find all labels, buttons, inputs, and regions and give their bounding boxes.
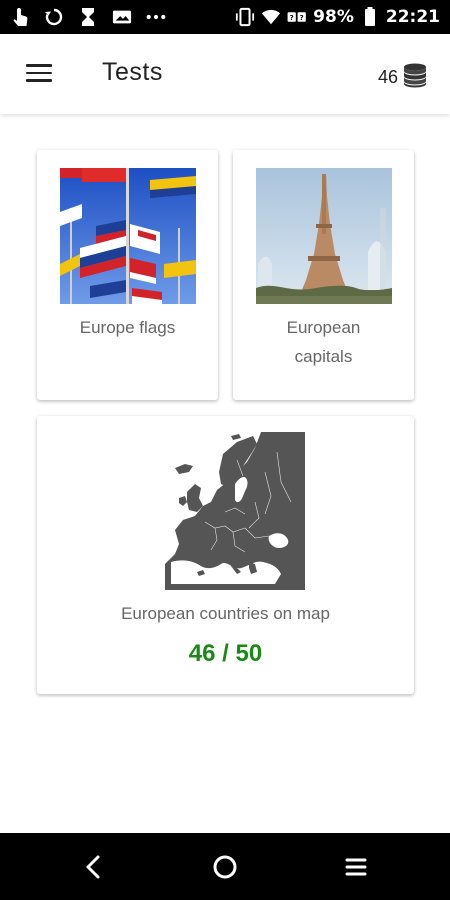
status-bar: ?? 98% 22:21 xyxy=(0,0,450,34)
clock: 22:21 xyxy=(385,7,440,27)
svg-text:?: ? xyxy=(300,13,304,22)
europe-flags-card[interactable]: Europe flags xyxy=(37,150,218,400)
capitals-label-line2: capitals xyxy=(294,347,353,366)
european-capitals-card[interactable]: European capitals xyxy=(233,150,414,400)
battery-percent: 98% xyxy=(313,7,354,27)
eiffel-tower-image xyxy=(256,168,392,304)
vibrate-icon xyxy=(235,7,255,27)
status-system: ?? 98% 22:21 xyxy=(235,7,440,27)
page-title: Tests xyxy=(102,58,163,86)
coin-stack-icon xyxy=(402,62,428,93)
svg-text:?: ? xyxy=(290,13,294,22)
battery-icon xyxy=(360,7,380,27)
coins-count: 46 xyxy=(377,67,398,87)
countries-map-card[interactable]: European countries on map 46 / 50 xyxy=(37,416,414,694)
coins-counter[interactable]: 46 xyxy=(378,62,428,93)
no-sim-icon: ?? xyxy=(287,7,307,27)
home-icon[interactable] xyxy=(209,851,241,883)
more-dots-icon xyxy=(146,7,166,27)
hourglass-icon xyxy=(78,7,98,27)
europe-flags-label: Europe flags xyxy=(79,318,176,337)
countries-map-label: European countries on map xyxy=(121,604,330,623)
status-notifications xyxy=(10,7,166,27)
europe-map-image xyxy=(165,432,305,590)
sync-icon xyxy=(44,7,64,27)
capitals-label-line1: European xyxy=(286,318,361,337)
map-score: 46 / 50 xyxy=(188,640,263,667)
hamburger-menu-icon[interactable] xyxy=(26,64,54,84)
photo-icon xyxy=(112,7,132,27)
touch-icon xyxy=(10,7,30,27)
wifi-icon xyxy=(261,7,281,27)
navigation-bar xyxy=(0,833,450,900)
back-icon[interactable] xyxy=(78,851,110,883)
app-bar: Tests 46 xyxy=(0,34,450,114)
flags-image xyxy=(60,168,196,304)
recents-icon[interactable] xyxy=(340,851,372,883)
